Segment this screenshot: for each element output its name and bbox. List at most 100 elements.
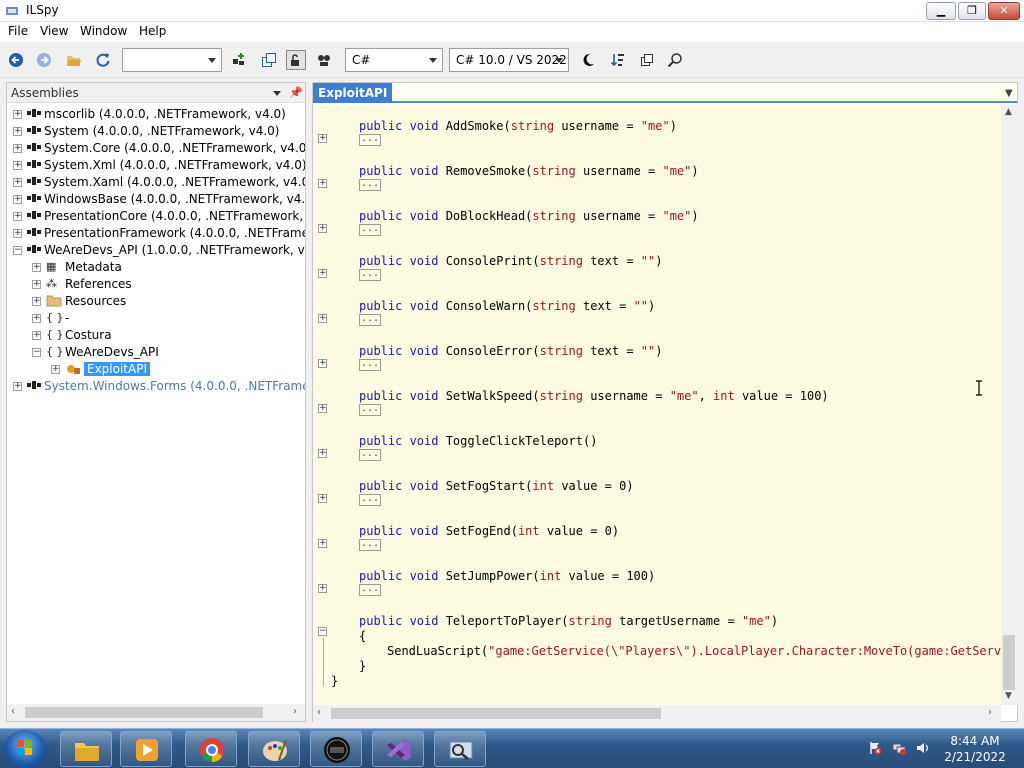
back-button[interactable] xyxy=(6,50,26,70)
expand-fold-icon[interactable]: + xyxy=(318,179,327,188)
tree-node[interactable]: + System.Xaml (4.0.0.0, .NETFramework, v4… xyxy=(7,174,305,191)
show-public-only-button[interactable] xyxy=(286,50,306,70)
scrollbar-thumb[interactable] xyxy=(331,708,661,719)
expand-fold-icon[interactable]: + xyxy=(318,224,327,233)
window-layout-button[interactable] xyxy=(637,50,657,70)
expand-fold-icon[interactable]: + xyxy=(318,314,327,323)
expand-node-icon[interactable]: + xyxy=(32,263,41,272)
taskbar-wrd[interactable] xyxy=(310,731,362,767)
sort-button[interactable] xyxy=(608,50,628,70)
scroll-right-icon[interactable]: › xyxy=(293,706,297,717)
taskbar-chrome[interactable] xyxy=(185,731,237,767)
tree-node[interactable]: + ⁂ References xyxy=(7,276,305,293)
scrollbar-thumb[interactable] xyxy=(25,707,263,718)
collapsed-body-marker[interactable]: ... xyxy=(359,314,381,326)
pin-icon[interactable]: 📌 xyxy=(289,86,303,99)
taskbar-ilspy[interactable] xyxy=(434,731,486,767)
assembly-tree-horizontal-scrollbar[interactable]: ‹ › xyxy=(7,704,305,721)
collapsed-body-marker[interactable]: ... xyxy=(359,359,381,371)
search-button[interactable] xyxy=(665,50,685,70)
expand-fold-icon[interactable]: + xyxy=(318,269,327,278)
expand-fold-icon[interactable]: + xyxy=(318,359,327,368)
tree-node[interactable]: − WeAreDevs_API (1.0.0.0, .NETFramework, … xyxy=(7,242,305,259)
tab-list-chevron-icon[interactable]: ▼ xyxy=(1005,88,1013,99)
expand-node-icon[interactable]: + xyxy=(51,365,60,374)
expand-node-icon[interactable]: + xyxy=(13,212,22,221)
expand-node-icon[interactable]: + xyxy=(32,280,41,289)
tree-node[interactable]: + PresentationFramework (4.0.0.0, .NETFra… xyxy=(7,225,305,242)
close-button[interactable]: ✕ xyxy=(988,2,1020,20)
tree-node[interactable]: + mscorlib (4.0.0.0, .NETFramework, v4.0) xyxy=(7,106,305,123)
taskbar-visual-studio[interactable] xyxy=(372,731,424,767)
menu-file[interactable]: File xyxy=(8,24,28,38)
tab-exploitapi[interactable]: ExploitAPI xyxy=(313,83,393,103)
collapsed-body-marker[interactable]: ... xyxy=(359,269,381,281)
assembly-tree[interactable]: + mscorlib (4.0.0.0, .NETFramework, v4.0)… xyxy=(7,104,305,704)
code-horizontal-scrollbar[interactable]: ‹ › xyxy=(313,705,1001,722)
show-all-members-button[interactable] xyxy=(314,50,334,70)
expand-node-icon[interactable]: + xyxy=(13,382,22,391)
expand-fold-icon[interactable]: + xyxy=(318,404,327,413)
taskbar-explorer[interactable] xyxy=(60,731,112,767)
tree-node[interactable]: + { } - xyxy=(7,310,305,327)
expand-fold-icon[interactable]: + xyxy=(318,539,327,548)
tree-node[interactable]: + System (4.0.0.0, .NETFramework, v4.0) xyxy=(7,123,305,140)
expand-node-icon[interactable]: + xyxy=(13,161,22,170)
collapse-node-icon[interactable]: − xyxy=(32,348,41,357)
expand-fold-icon[interactable]: + xyxy=(318,584,327,593)
reload-button[interactable] xyxy=(93,50,113,70)
minimize-button[interactable]: ▁ xyxy=(926,2,956,20)
taskbar-clock[interactable]: 8:44 AM 2/21/2022 xyxy=(940,733,1010,765)
tree-node[interactable]: + System.Windows.Forms (4.0.0.0, .NETFram… xyxy=(7,378,305,395)
scroll-left-icon[interactable]: ‹ xyxy=(317,707,321,718)
collapsed-body-marker[interactable]: ... xyxy=(359,494,381,506)
tree-node[interactable]: + System.Xml (4.0.0.0, .NETFramework, v4.… xyxy=(7,157,305,174)
scrollbar-thumb[interactable] xyxy=(1003,635,1015,690)
manage-assemblies-button[interactable] xyxy=(229,50,249,70)
expand-node-icon[interactable]: + xyxy=(32,297,41,306)
assembly-list-combo[interactable] xyxy=(122,48,222,72)
restore-button[interactable]: ❐ xyxy=(958,2,986,20)
menu-help[interactable]: Help xyxy=(139,24,166,38)
expand-node-icon[interactable]: + xyxy=(13,144,22,153)
collapse-tree-button[interactable] xyxy=(259,50,279,70)
scroll-left-icon[interactable]: ‹ xyxy=(11,706,15,717)
network-icon[interactable] xyxy=(892,741,906,755)
collapsed-body-marker[interactable]: ... xyxy=(359,539,381,551)
tree-node[interactable]: + ExploitAPI xyxy=(7,361,305,378)
forward-button[interactable] xyxy=(34,50,54,70)
expand-fold-icon[interactable]: + xyxy=(318,134,327,143)
pane-menu-chevron-icon[interactable] xyxy=(273,91,281,96)
tree-node[interactable]: + WindowsBase (4.0.0.0, .NETFramework, v4… xyxy=(7,191,305,208)
collapse-node-icon[interactable]: − xyxy=(13,246,22,255)
expand-node-icon[interactable]: + xyxy=(13,229,22,238)
menu-view[interactable]: View xyxy=(40,24,68,38)
code-editor[interactable]: public void AddSmoke(string username = "… xyxy=(313,105,1001,705)
taskbar-media-player[interactable] xyxy=(120,731,172,767)
menu-window[interactable]: Window xyxy=(80,24,127,38)
tree-node[interactable]: + System.Core (4.0.0.0, .NETFramework, v4… xyxy=(7,140,305,157)
language-version-combo[interactable]: C# 10.0 / VS 2022 xyxy=(449,48,569,72)
collapsed-body-marker[interactable]: ... xyxy=(359,224,381,236)
expand-fold-icon[interactable]: + xyxy=(318,494,327,503)
collapse-fold-icon[interactable]: − xyxy=(318,627,327,636)
tree-node[interactable]: + ▦ Metadata xyxy=(7,259,305,276)
action-center-flag-icon[interactable] xyxy=(868,741,882,755)
scroll-right-icon[interactable]: › xyxy=(988,707,992,718)
tree-node[interactable]: + Resources xyxy=(7,293,305,310)
tree-node[interactable]: + PresentationCore (4.0.0.0, .NETFramewor… xyxy=(7,208,305,225)
open-button[interactable] xyxy=(64,50,84,70)
expand-node-icon[interactable]: + xyxy=(13,178,22,187)
scroll-down-icon[interactable]: ▼ xyxy=(1005,691,1012,701)
tree-node[interactable]: + { } Costura xyxy=(7,327,305,344)
collapsed-body-marker[interactable]: ... xyxy=(359,449,381,461)
taskbar-paint[interactable] xyxy=(248,731,300,767)
theme-toggle-button[interactable] xyxy=(578,50,598,70)
collapsed-body-marker[interactable]: ... xyxy=(359,404,381,416)
collapsed-body-marker[interactable]: ... xyxy=(359,584,381,596)
collapsed-body-marker[interactable]: ... xyxy=(359,134,381,146)
code-vertical-scrollbar[interactable]: ▲ ▼ xyxy=(1001,105,1018,705)
start-button[interactable] xyxy=(4,730,46,768)
volume-icon[interactable] xyxy=(916,741,930,755)
scroll-up-icon[interactable]: ▲ xyxy=(1005,107,1012,117)
